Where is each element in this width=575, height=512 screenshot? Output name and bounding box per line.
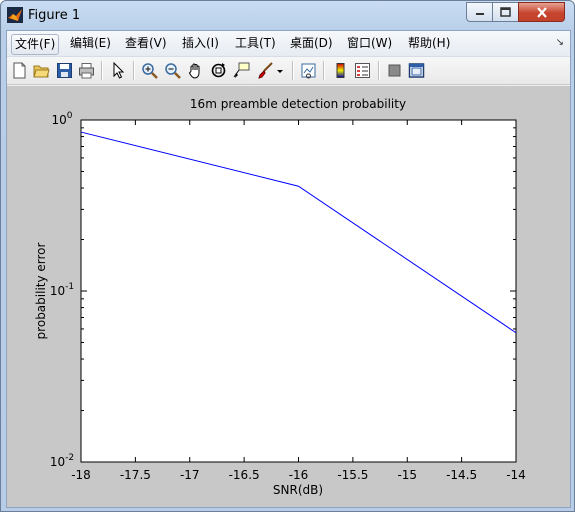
menu-help[interactable]: 帮助(H) [404,34,454,53]
maximize-icon [500,7,511,17]
menu-edit[interactable]: 编辑(E) [66,34,115,53]
new-figure-icon[interactable] [9,60,29,80]
zoom-out-icon[interactable] [162,60,182,80]
maximize-button[interactable] [492,2,519,22]
menu-view[interactable]: 查看(V) [121,34,171,53]
colorbar-icon[interactable] [330,60,350,80]
x-tick-label: -14.5 [446,468,477,482]
dock-arrow-icon[interactable]: ↘ [556,37,564,48]
figure-canvas: 16m preamble detection probability SNR(d… [7,86,570,507]
x-tick-label: -15.5 [337,468,368,482]
toolbar-separator [101,61,103,80]
brush-dropdown-icon[interactable] [275,60,285,80]
legend-icon[interactable] [352,60,372,80]
data-cursor-icon[interactable] [231,60,251,80]
brush-icon[interactable] [255,60,275,80]
open-file-icon[interactable] [31,60,51,80]
edit-plot-icon[interactable] [108,60,128,80]
link-plot-icon[interactable] [298,60,318,80]
x-tick-label: -14 [506,468,526,482]
menu-tools[interactable]: 工具(T) [231,34,280,53]
chart-title: 16m preamble detection probability [190,97,406,111]
minimize-button[interactable] [466,2,493,22]
toolbar-separator [323,61,325,80]
figure-window: Figure 1 文件(F) 编辑(E) 查看(V) 插入(I) 工具(T) 桌… [0,0,575,512]
toolbar-separator [292,61,294,80]
menu-bar: 文件(F) 编辑(E) 查看(V) 插入(I) 工具(T) 桌面(D) 窗口(W… [7,31,570,57]
show-plot-tools-icon[interactable] [406,60,426,80]
menu-window[interactable]: 窗口(W) [343,34,396,53]
toolbar-separator [378,61,380,80]
figure-client-area: 文件(F) 编辑(E) 查看(V) 插入(I) 工具(T) 桌面(D) 窗口(W… [6,30,571,508]
x-tick-label: -15 [397,468,417,482]
title-bar[interactable]: Figure 1 [1,1,574,30]
menu-insert[interactable]: 插入(I) [178,34,223,53]
save-icon[interactable] [54,60,74,80]
x-tick-label: -17 [180,468,200,482]
x-tick-label: -16 [289,468,309,482]
x-tick-label: -18 [71,468,91,482]
menu-file[interactable]: 文件(F) [11,34,60,55]
y-tick-label: 100 [51,111,72,127]
y-tick-label: 10-2 [50,453,74,469]
plot-area[interactable]: 16m preamble detection probability SNR(d… [7,86,570,507]
minimize-icon [475,13,484,15]
rotate-3d-icon[interactable] [208,60,228,80]
pan-icon[interactable] [185,60,205,80]
zoom-in-icon[interactable] [139,60,159,80]
x-tick-label: -17.5 [120,468,151,482]
window-title: Figure 1 [28,8,81,23]
x-tick-label: -16.5 [229,468,260,482]
matlab-logo-icon [7,7,23,23]
figure-toolbar [7,57,570,85]
toolbar-separator [133,61,135,80]
close-icon [536,6,547,18]
close-button[interactable] [518,2,565,22]
y-axis-label: probability error [34,242,48,339]
y-tick-label: 10-1 [50,282,74,298]
menu-desktop[interactable]: 桌面(D) [286,34,337,53]
axes-box [80,119,517,463]
x-axis-label: SNR(dB) [273,483,323,497]
hide-plot-tools-icon[interactable] [384,60,404,80]
print-icon[interactable] [76,60,96,80]
